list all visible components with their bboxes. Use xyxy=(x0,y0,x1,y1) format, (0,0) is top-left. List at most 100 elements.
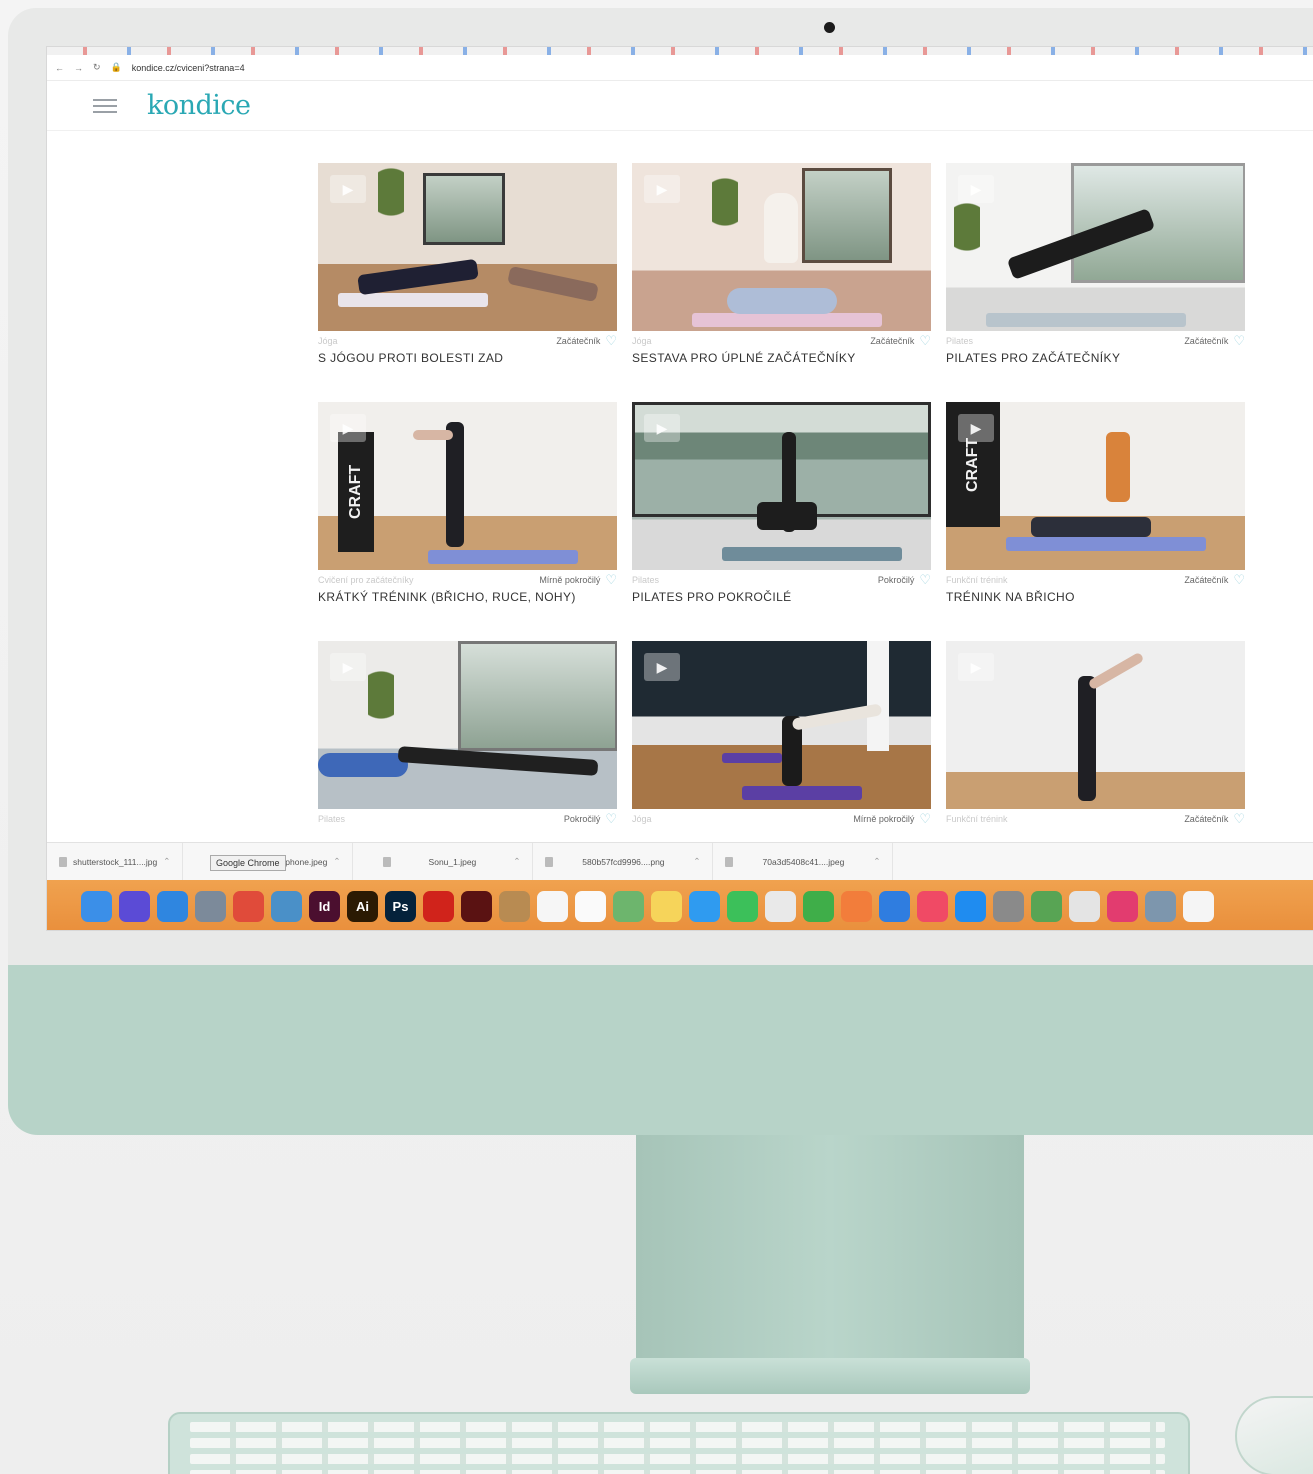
workout-card[interactable]: ▶ Funkční trénink Začátečník ♡ xyxy=(946,641,1245,829)
facetime-icon[interactable] xyxy=(727,890,758,922)
acrobat-icon[interactable] xyxy=(423,890,454,922)
card-title[interactable]: KRÁTKÝ TRÉNINK (BŘICHO, RUCE, NOHY) xyxy=(318,590,617,604)
card-category: Pilates xyxy=(946,336,974,346)
address-field[interactable]: kondice.cz/cviceni?strana=4 xyxy=(132,63,245,73)
settings-icon[interactable] xyxy=(993,890,1024,922)
launchpad-icon[interactable] xyxy=(195,890,226,922)
folder-icon[interactable] xyxy=(499,890,530,922)
download-item[interactable]: shutterstock_111....jpg ⌃ xyxy=(47,843,184,880)
card-category: Cvičení pro začátečníky xyxy=(318,575,414,585)
reload-icon[interactable]: ↻ xyxy=(93,62,101,73)
workout-thumbnail[interactable]: ▶ xyxy=(946,163,1245,331)
preview-icon[interactable] xyxy=(271,890,302,922)
card-level: Pokročilý xyxy=(877,575,915,585)
heart-icon[interactable]: ♡ xyxy=(1233,333,1245,349)
chevron-up-icon[interactable]: ⌃ xyxy=(333,856,340,867)
download-item[interactable]: 70a3d5408c41....jpeg ⌃ xyxy=(713,843,894,880)
creative-cloud-icon[interactable] xyxy=(1107,890,1138,922)
card-title[interactable]: SESTAVA PRO ÚPLNÉ ZAČÁTEČNÍKY xyxy=(632,351,931,365)
play-icon[interactable]: ▶ xyxy=(644,414,680,442)
file-icon xyxy=(59,856,67,867)
heart-icon[interactable]: ♡ xyxy=(919,811,931,827)
workout-card[interactable]: ▶ Pilates Začátečník ♡ PILATES PRO ZAČÁTEČ… xyxy=(946,163,1245,365)
play-icon[interactable]: ▶ xyxy=(644,175,680,203)
back-icon[interactable]: ← xyxy=(55,63,64,73)
card-level: Mírně pokročilý xyxy=(853,814,915,824)
chevron-up-icon[interactable]: ⌃ xyxy=(513,856,520,867)
workout-card[interactable]: ▶ Jóga Začátečník ♡ S JÓGOU PROTI BOLESTI … xyxy=(318,163,617,365)
imac-stand-foot xyxy=(630,1358,1030,1394)
workout-thumbnail[interactable]: ▶ xyxy=(632,402,931,570)
workout-card[interactable]: ▶ Jóga Mírně pokročilý ♡ xyxy=(632,641,931,829)
card-title[interactable]: PILATES PRO ZAČÁTEČNÍKY xyxy=(946,351,1245,365)
forward-icon[interactable]: → xyxy=(74,63,83,73)
workout-thumbnail[interactable]: ▶ xyxy=(318,163,617,331)
finder-icon[interactable] xyxy=(81,890,112,922)
play-icon[interactable]: ▶ xyxy=(958,414,994,442)
siri-icon[interactable] xyxy=(119,890,150,922)
reminders-icon[interactable] xyxy=(575,890,606,922)
workout-card[interactable]: ▶ Pilates Pokročilý ♡ PILATES PRO POKROČIL… xyxy=(632,402,931,604)
imac-mockup: ← → ↻ 🔒 kondice.cz/cviceni?strana=4 kond… xyxy=(0,0,1313,1474)
heart-icon[interactable]: ♡ xyxy=(605,333,617,349)
workout-card[interactable]: ▶ Jóga Začátečník ♡ SESTAVA PRO ÚPLNÉ ZAČÁ… xyxy=(632,163,931,365)
hamburger-menu-icon[interactable] xyxy=(93,98,117,113)
download-item[interactable]: Sonu_1.jpeg ⌃ xyxy=(353,843,534,880)
card-category: Jóga xyxy=(632,336,652,346)
calendar-icon[interactable] xyxy=(537,890,568,922)
workout-thumbnail[interactable]: CRAFT ▶ xyxy=(946,402,1245,570)
heart-icon[interactable]: ♡ xyxy=(1233,572,1245,588)
site-logo[interactable]: kondice xyxy=(147,90,251,121)
indesign-icon[interactable]: Id xyxy=(309,890,340,922)
heart-icon[interactable]: ♡ xyxy=(1233,811,1245,827)
photoshop-icon[interactable]: Ps xyxy=(385,890,416,922)
music-icon[interactable] xyxy=(917,890,948,922)
workout-card[interactable]: ▶ Pilates Pokročilý ♡ xyxy=(318,641,617,829)
workout-thumbnail[interactable]: ▶ xyxy=(946,641,1245,809)
play-icon[interactable]: ▶ xyxy=(644,653,680,681)
heart-icon[interactable]: ♡ xyxy=(919,572,931,588)
chevron-up-icon[interactable]: ⌃ xyxy=(163,856,170,867)
illustrator-icon[interactable]: Ai xyxy=(347,890,378,922)
play-icon[interactable]: ▶ xyxy=(958,175,994,203)
acrobat-dc-icon[interactable] xyxy=(461,890,492,922)
notes-icon[interactable] xyxy=(651,890,682,922)
play-icon[interactable]: ▶ xyxy=(330,653,366,681)
keynote-icon[interactable] xyxy=(879,890,910,922)
messages-icon[interactable] xyxy=(689,890,720,922)
card-title[interactable]: PILATES PRO POKROČILÉ xyxy=(632,590,931,604)
photos-icon[interactable] xyxy=(841,890,872,922)
preview-doc-icon[interactable] xyxy=(1069,890,1100,922)
browser-url-bar: ← → ↻ 🔒 kondice.cz/cviceni?strana=4 xyxy=(47,55,1313,81)
card-category: Funkční trénink xyxy=(946,814,1008,824)
download-item[interactable]: 580b57fcd9996....png ⌃ xyxy=(533,843,714,880)
maps-icon[interactable] xyxy=(613,890,644,922)
appstore-icon[interactable] xyxy=(955,890,986,922)
chrome-icon[interactable] xyxy=(233,890,264,922)
browser-tab-strip[interactable] xyxy=(47,47,1313,55)
chevron-up-icon[interactable]: ⌃ xyxy=(873,856,880,867)
play-icon[interactable]: ▶ xyxy=(330,175,366,203)
heart-icon[interactable]: ♡ xyxy=(605,811,617,827)
card-level: Začátečník xyxy=(1184,336,1229,346)
play-icon[interactable]: ▶ xyxy=(330,414,366,442)
play-icon[interactable]: ▶ xyxy=(958,653,994,681)
workout-thumbnail[interactable]: ▶ xyxy=(318,641,617,809)
workout-thumbnail[interactable]: ▶ xyxy=(632,163,931,331)
workout-thumbnail[interactable]: ▶ xyxy=(632,641,931,809)
imac-stand xyxy=(636,1135,1024,1360)
workout-card[interactable]: CRAFT ▶ Cvičení pro začátečníky Mírně pok… xyxy=(318,402,617,604)
chevron-up-icon[interactable]: ⌃ xyxy=(693,856,700,867)
network-icon[interactable] xyxy=(1031,890,1062,922)
card-title[interactable]: S JÓGOU PROTI BOLESTI ZAD xyxy=(318,351,617,365)
card-title[interactable]: TRÉNINK NA BŘICHO xyxy=(946,590,1245,604)
heart-icon[interactable]: ♡ xyxy=(919,333,931,349)
numbers-icon[interactable] xyxy=(803,890,834,922)
heart-icon[interactable]: ♡ xyxy=(605,572,617,588)
image-capture-icon[interactable] xyxy=(1145,890,1176,922)
safari-icon[interactable] xyxy=(157,890,188,922)
workout-card[interactable]: CRAFT ▶ Funkční trénink Začátečník ♡ TRÉNI… xyxy=(946,402,1245,604)
workout-thumbnail[interactable]: CRAFT ▶ xyxy=(318,402,617,570)
textedit-icon[interactable] xyxy=(765,890,796,922)
downloads-stack-icon[interactable] xyxy=(1183,890,1214,922)
